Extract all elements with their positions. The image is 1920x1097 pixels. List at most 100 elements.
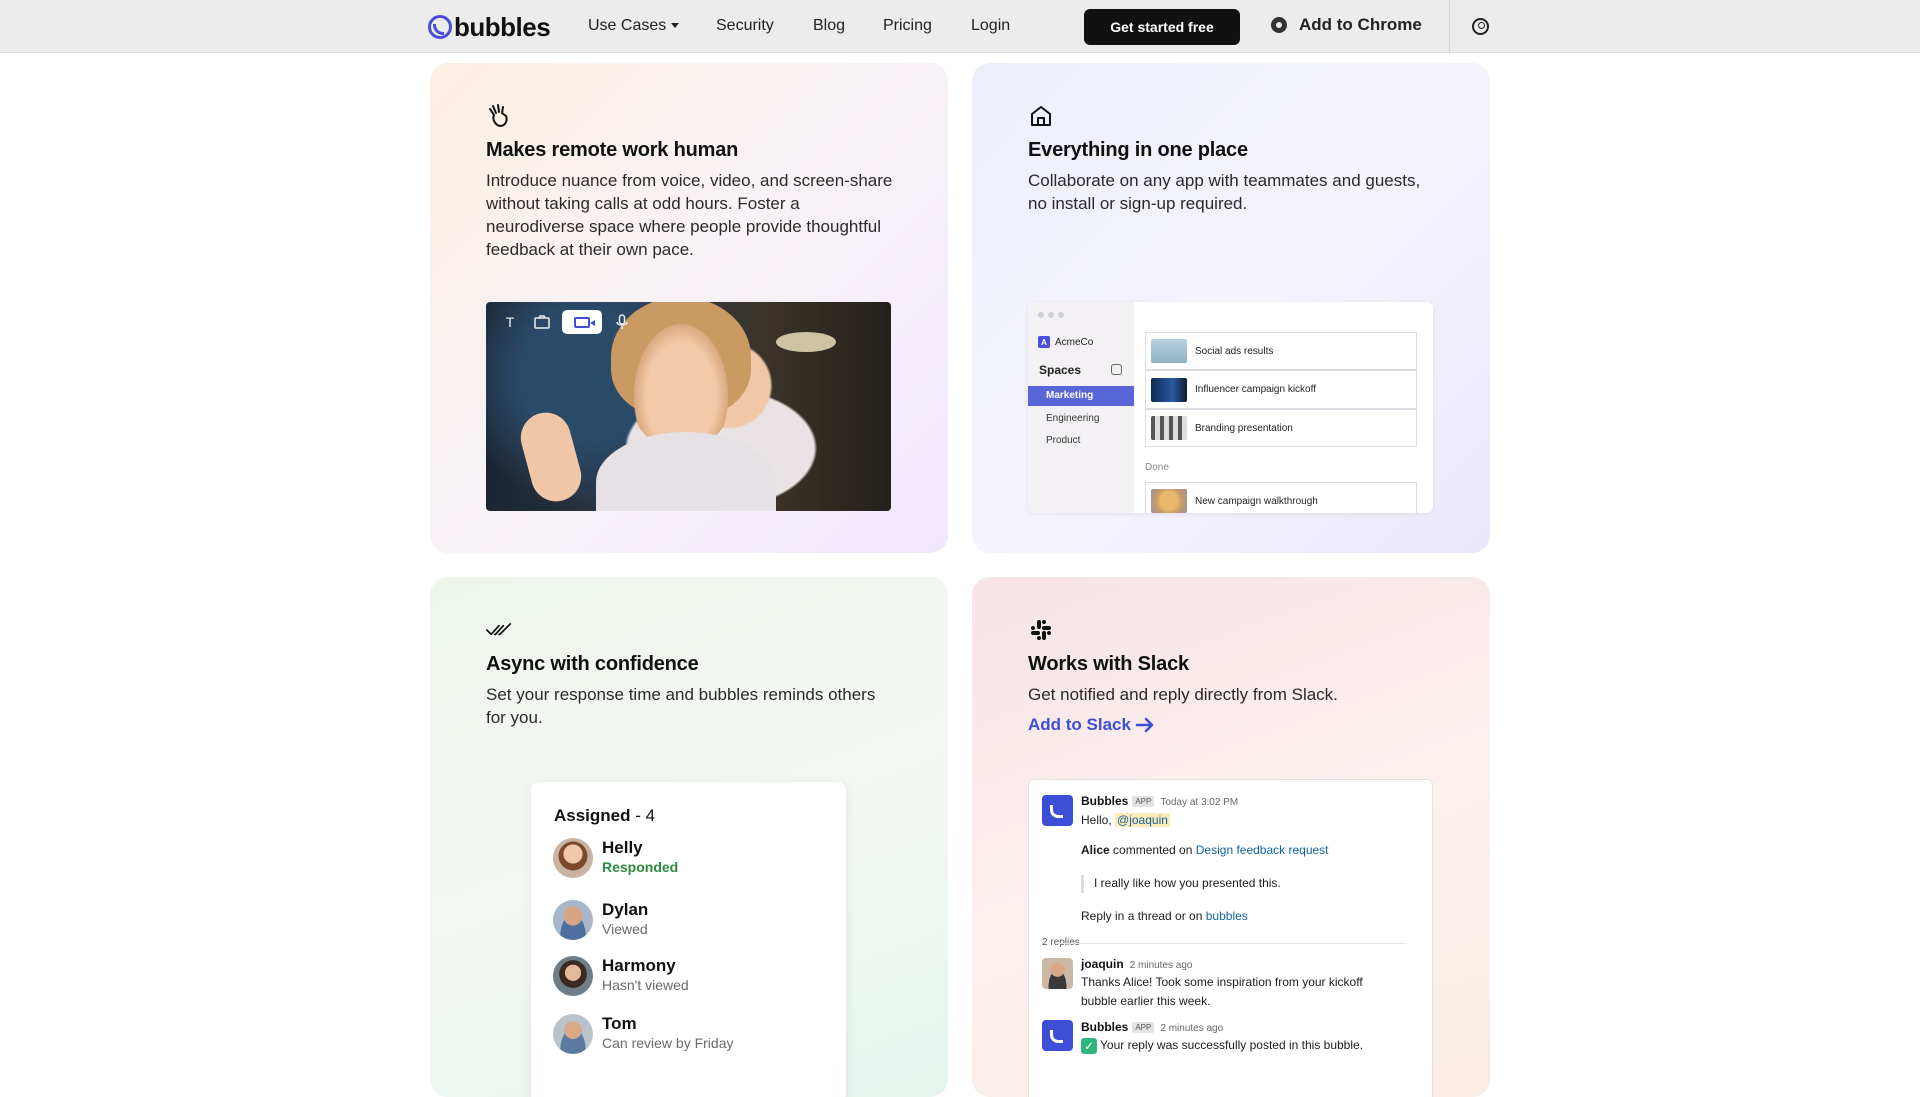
avatar bbox=[553, 1014, 593, 1054]
reply-hint: Reply in a thread or on bubbles bbox=[1081, 909, 1248, 923]
task-thumbnail bbox=[1151, 377, 1187, 402]
text-mode-icon[interactable]: T bbox=[494, 310, 526, 334]
workspace-sidebar: A AcmeCo Spaces Marketing Engineering Pro… bbox=[1028, 302, 1134, 513]
card-title: Makes remote work human bbox=[486, 139, 739, 161]
task-label: Influencer campaign kickoff bbox=[1195, 384, 1316, 395]
spaces-heading: Spaces bbox=[1039, 363, 1082, 377]
add-to-chrome-button[interactable]: Add to Chrome bbox=[1271, 15, 1422, 35]
reply-message-line: Thanks Alice! Took some inspiration from… bbox=[1081, 975, 1363, 989]
sender-name: Bubbles bbox=[1081, 1020, 1129, 1034]
task-item[interactable]: Social ads results bbox=[1145, 332, 1417, 370]
feature-card-one-place: Everything in one place Collaborate on a… bbox=[972, 63, 1490, 553]
add-to-slack-label: Add to Slack bbox=[1028, 715, 1131, 734]
wave-hand-icon bbox=[489, 104, 508, 127]
message-header: Bubbles APP Today at 3:02 PM bbox=[1081, 794, 1238, 808]
nav-login[interactable]: Login bbox=[971, 17, 1010, 35]
account-icon[interactable] bbox=[1472, 18, 1489, 35]
bubbles-bot-avatar bbox=[1042, 1020, 1073, 1051]
card-description: Introduce nuance from voice, video, and … bbox=[486, 171, 893, 259]
org-label: AcmeCo bbox=[1055, 336, 1094, 348]
assigned-count: - 4 bbox=[635, 806, 656, 825]
assignee-status: Can review by Friday bbox=[602, 1035, 734, 1051]
avatar bbox=[553, 838, 593, 878]
get-started-button[interactable]: Get started free bbox=[1084, 9, 1240, 45]
assignee-name: Tom bbox=[602, 1014, 637, 1033]
mic-mode-icon[interactable] bbox=[606, 310, 638, 334]
assignee-status: Viewed bbox=[602, 921, 648, 937]
message-header: joaquin 2 minutes ago bbox=[1081, 957, 1193, 971]
card-description: Collaborate on any app with teammates an… bbox=[1028, 171, 1421, 213]
feature-card-remote: Makes remote work human Introduce nuance… bbox=[430, 63, 948, 553]
document-link[interactable]: Design feedback request bbox=[1196, 843, 1329, 857]
nav-divider bbox=[1449, 0, 1450, 53]
quoted-comment: I really like how you presented this. bbox=[1094, 876, 1281, 890]
timestamp: 2 minutes ago bbox=[1129, 960, 1193, 971]
logo[interactable]: bubbles bbox=[428, 12, 551, 42]
quote-bar bbox=[1081, 875, 1084, 893]
assignee-name: Helly bbox=[602, 838, 643, 857]
avatar bbox=[553, 900, 593, 940]
confirmation-text: Your reply was successfully posted in th… bbox=[1100, 1038, 1364, 1053]
video-body bbox=[596, 432, 776, 511]
nav-pricing[interactable]: Pricing bbox=[883, 17, 932, 35]
reply-hint-text: Reply in a thread or on bbox=[1081, 909, 1203, 923]
double-check-icon bbox=[486, 623, 512, 636]
top-nav: bubbles Use Cases Security Blog Pricing … bbox=[0, 0, 1920, 53]
add-to-chrome-label: Add to Chrome bbox=[1299, 15, 1422, 34]
space-engineering[interactable]: Engineering bbox=[1028, 409, 1134, 429]
bubbles-link[interactable]: bubbles bbox=[1206, 909, 1248, 923]
cube-icon[interactable] bbox=[1111, 364, 1122, 375]
nav-blog[interactable]: Blog bbox=[813, 17, 845, 35]
card-description: Set your response time and bubbles remin… bbox=[486, 685, 876, 727]
chrome-icon bbox=[1271, 17, 1287, 33]
workspace-preview: A AcmeCo Spaces Marketing Engineering Pro… bbox=[1028, 302, 1433, 513]
timestamp: 2 minutes ago bbox=[1160, 1023, 1224, 1034]
home-icon bbox=[1031, 106, 1051, 126]
assignee-status: Responded bbox=[602, 859, 679, 875]
video-mode-icon[interactable] bbox=[562, 310, 602, 334]
message-header: Bubbles APP 2 minutes ago bbox=[1081, 1020, 1223, 1034]
task-thumbnail bbox=[1151, 489, 1187, 513]
task-label: Branding presentation bbox=[1195, 422, 1293, 434]
card-title: Everything in one place bbox=[1028, 139, 1248, 161]
greeting: Hello, @joaquin bbox=[1081, 813, 1170, 827]
greeting-text: Hello, bbox=[1081, 813, 1112, 827]
task-label: New campaign walkthrough bbox=[1195, 495, 1318, 507]
mention[interactable]: @joaquin bbox=[1115, 813, 1170, 827]
video-preview[interactable]: T bbox=[486, 302, 891, 511]
nav-use-cases-label: Use Cases bbox=[588, 17, 667, 34]
thread-divider bbox=[1059, 943, 1407, 944]
screen-mode-icon[interactable] bbox=[526, 310, 558, 334]
app-badge: APP bbox=[1132, 796, 1155, 808]
task-label: Social ads results bbox=[1195, 345, 1274, 357]
app-badge: APP bbox=[1132, 1022, 1155, 1034]
add-to-slack-link[interactable]: Add to Slack bbox=[1028, 715, 1155, 735]
feature-card-async: Async with confidence Set your response … bbox=[430, 577, 948, 1097]
nav-security[interactable]: Security bbox=[716, 17, 774, 35]
timestamp: Today at 3:02 PM bbox=[1160, 797, 1239, 808]
arrow-right-icon bbox=[1135, 717, 1154, 733]
record-mode-toolbar: T bbox=[494, 310, 638, 334]
commenter-name: Alice bbox=[1081, 843, 1110, 857]
sender-name: joaquin bbox=[1081, 957, 1124, 971]
card-description: Get notified and reply directly from Sla… bbox=[1028, 685, 1338, 704]
nav-use-cases[interactable]: Use Cases bbox=[588, 17, 680, 35]
chevron-down-icon bbox=[671, 23, 680, 29]
org-name[interactable]: A AcmeCo bbox=[1038, 336, 1093, 348]
assignee-status: Hasn't viewed bbox=[602, 977, 689, 993]
task-thumbnail bbox=[1151, 416, 1187, 440]
task-item[interactable]: New campaign walkthrough bbox=[1145, 482, 1417, 513]
commented-on-text: commented on bbox=[1113, 843, 1193, 857]
assignee-name: Dylan bbox=[602, 900, 649, 919]
space-marketing[interactable]: Marketing bbox=[1028, 386, 1134, 406]
comment-line: Alice commented on Design feedback reque… bbox=[1081, 843, 1329, 857]
task-item[interactable]: Branding presentation bbox=[1145, 409, 1417, 447]
org-badge: A bbox=[1038, 336, 1050, 348]
bubbles-bot-avatar bbox=[1042, 795, 1073, 826]
space-product[interactable]: Product bbox=[1028, 431, 1134, 451]
task-item[interactable]: Influencer campaign kickoff bbox=[1145, 370, 1417, 409]
window-dots bbox=[1038, 312, 1064, 318]
avatar bbox=[553, 956, 593, 996]
assigned-title: Assigned bbox=[554, 806, 631, 825]
camera-icon bbox=[574, 316, 595, 328]
